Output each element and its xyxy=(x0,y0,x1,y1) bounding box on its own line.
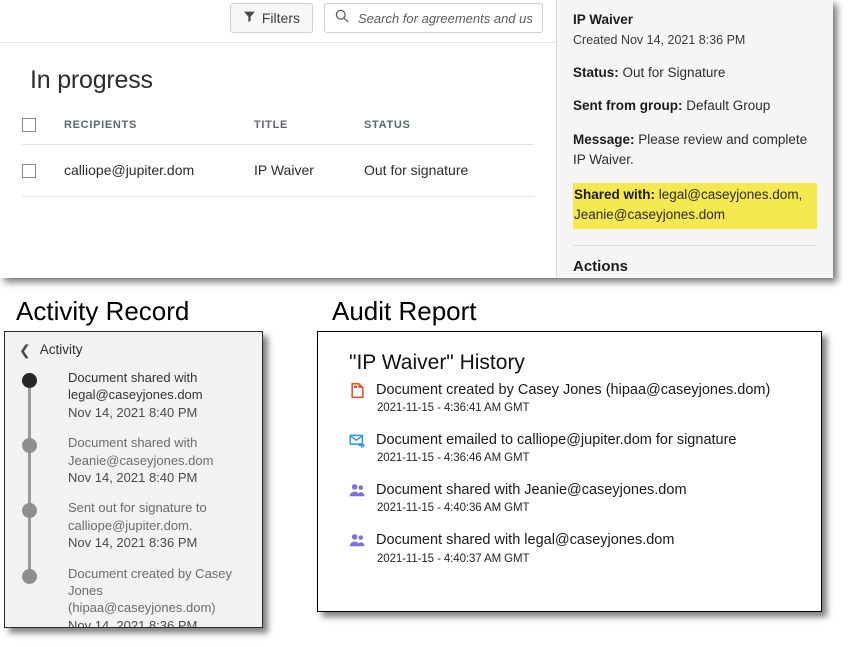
detail-shared-row-highlighted: Shared with: legal@caseyjones.dom, Jeani… xyxy=(573,183,817,229)
audit-entry: Document created by Casey Jones (hipaa@c… xyxy=(349,381,821,414)
filters-button-label: Filters xyxy=(261,10,300,26)
audit-report-panel: "IP Waiver" History Document created by … xyxy=(317,331,822,612)
agreements-manage-screenshot: Filters In progress RECIPI xyxy=(0,0,833,278)
detail-group-row: Sent from group: Default Group xyxy=(573,96,817,116)
activity-header-label: Activity xyxy=(39,342,83,357)
detail-document-title: IP Waiver xyxy=(573,12,634,27)
activity-item-text: Document created by Casey Jones (hipaa@c… xyxy=(68,565,233,616)
agreement-detail-rail: IP Waiver Created Nov 14, 2021 8:36 PM S… xyxy=(556,0,833,278)
audit-entry: Document shared with legal@caseyjones.do… xyxy=(349,531,821,565)
audit-entry-timestamp: 2021-11-15 - 4:36:46 AM GMT xyxy=(377,452,530,465)
audit-entry-timestamp: 2021-11-15 - 4:36:41 AM GMT xyxy=(377,402,530,415)
activity-item-time: Nov 14, 2021 8:36 PM xyxy=(68,617,198,628)
activity-item-time: Nov 14, 2021 8:40 PM xyxy=(68,404,198,420)
activity-item-text: Document shared with legal@caseyjones.do… xyxy=(68,370,203,403)
activity-record-panel: ❮ Activity Document shared with legal@ca… xyxy=(4,331,263,628)
detail-group-label: Sent from group: xyxy=(573,98,683,114)
timeline-dot-icon xyxy=(22,503,37,519)
timeline-dot-icon xyxy=(22,568,37,584)
filters-button[interactable]: Filters xyxy=(229,3,313,33)
list-toolbar: Filters xyxy=(0,0,556,43)
column-header-status[interactable]: STATUS xyxy=(364,112,534,145)
detail-message-row: Message: Please review and complete IP W… xyxy=(573,130,817,171)
row-status: Out for signature xyxy=(364,144,534,198)
audit-entry: Document shared with Jeanie@caseyjones.d… xyxy=(349,481,821,514)
audit-entry-text: Document emailed to calliope@jupiter.dom… xyxy=(376,432,737,449)
agreement-detail-body: IP Waiver Created Nov 14, 2021 8:36 PM S… xyxy=(557,0,833,246)
detail-shared-label: Shared with: xyxy=(574,187,656,202)
section-title: In progress xyxy=(30,66,153,94)
callout-heading-audit-report: Audit Report xyxy=(332,296,477,326)
activity-item-time: Nov 14, 2021 8:36 PM xyxy=(68,535,198,551)
activity-panel-header[interactable]: ❮ Activity xyxy=(5,332,262,363)
audit-entry-text: Document shared with legal@caseyjones.do… xyxy=(376,532,675,549)
activity-item[interactable]: Document shared with legal@caseyjones.do… xyxy=(5,369,262,421)
select-all-header xyxy=(22,112,64,145)
search-box[interactable] xyxy=(324,3,543,33)
timeline-dot-icon xyxy=(22,438,37,454)
chevron-left-icon[interactable]: ❮ xyxy=(19,343,31,357)
agreements-list-pane: Filters In progress RECIPI xyxy=(0,0,556,278)
timeline-dot-icon xyxy=(22,373,37,388)
column-header-title[interactable]: TITLE xyxy=(254,112,364,145)
activity-item[interactable]: Document shared with Jeanie@caseyjones.d… xyxy=(5,434,262,486)
audit-entry: Document emailed to calliope@jupiter.dom… xyxy=(349,431,821,464)
activity-item-text: Document shared with Jeanie@caseyjones.d… xyxy=(68,435,214,468)
shared-users-icon xyxy=(349,532,366,549)
detail-message-label: Message: xyxy=(573,131,635,147)
column-header-recipients[interactable]: RECIPIENTS xyxy=(64,112,254,145)
row-select-cell xyxy=(22,144,64,198)
actions-heading: Actions xyxy=(573,257,629,275)
audit-entry-text: Document shared with Jeanie@caseyjones.d… xyxy=(376,482,687,499)
audit-entry-timestamp: 2021-11-15 - 4:40:37 AM GMT xyxy=(377,552,530,565)
shared-users-icon xyxy=(349,482,366,499)
detail-status-value: Out for Signature xyxy=(622,65,726,80)
document-created-icon xyxy=(349,382,366,399)
row-title: IP Waiver xyxy=(254,144,364,198)
funnel-icon xyxy=(243,10,256,26)
row-checkbox[interactable] xyxy=(22,164,36,179)
activity-item[interactable]: Document created by Casey Jones (hipaa@c… xyxy=(5,565,262,628)
agreements-table: RECIPIENTS TITLE STATUS calliope@jupiter… xyxy=(22,112,534,198)
detail-status-label: Status: xyxy=(573,65,619,80)
activity-timeline: Document shared with legal@caseyjones.do… xyxy=(5,363,262,628)
callout-heading-activity-record: Activity Record xyxy=(16,296,190,326)
activity-item-time: Nov 14, 2021 8:40 PM xyxy=(68,470,198,486)
select-all-checkbox[interactable] xyxy=(22,118,36,132)
audit-entry-text: Document created by Casey Jones (hipaa@c… xyxy=(376,382,771,398)
activity-item[interactable]: Sent out for signature to calliope@jupit… xyxy=(5,499,262,551)
row-recipients: calliope@jupiter.dom xyxy=(64,144,254,198)
search-input[interactable] xyxy=(358,10,532,26)
audit-report-title: "IP Waiver" History xyxy=(349,351,525,374)
detail-group-value: Default Group xyxy=(686,98,771,114)
activity-item-text: Sent out for signature to calliope@jupit… xyxy=(68,500,207,533)
detail-status-row: Status: Out for Signature xyxy=(573,63,817,83)
table-row[interactable]: calliope@jupiter.dom IP Waiver Out for s… xyxy=(22,144,534,198)
detail-created-date: Created Nov 14, 2021 8:36 PM xyxy=(573,33,746,48)
search-icon xyxy=(335,9,349,28)
email-sent-icon xyxy=(349,432,366,449)
table-header-row: RECIPIENTS TITLE STATUS xyxy=(22,112,534,145)
audit-entry-list: Document created by Casey Jones (hipaa@c… xyxy=(318,381,821,565)
audit-entry-timestamp: 2021-11-15 - 4:40:36 AM GMT xyxy=(377,502,530,515)
